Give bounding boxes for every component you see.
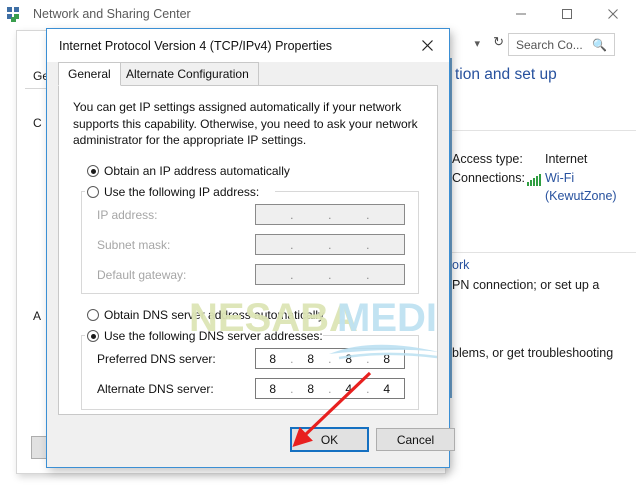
tcpip4-properties-dialog: Internet Protocol Version 4 (TCP/IPv4) P… [46,28,455,468]
dialog-title: Internet Protocol Version 4 (TCP/IPv4) P… [59,38,333,53]
preferred-dns-octet-2: 8 [307,351,315,366]
radio-obtain-dns-automatically[interactable]: Obtain DNS server address automatically [87,308,324,322]
preferred-dns-octet-4: 8 [383,351,391,366]
alternate-dns-input[interactable]: 8 . 8 . 4 . 4 [255,378,405,399]
preferred-dns-label: Preferred DNS server: [97,352,216,366]
radio-label-use-dns: Use the following DNS server addresses: [104,329,323,343]
cancel-button[interactable]: Cancel [376,428,455,451]
ip-dot: . [328,267,332,282]
tab-alternate-configuration[interactable]: Alternate Configuration [116,62,259,86]
dialog-description: You can get IP settings assigned automat… [73,100,418,147]
radio-label-obtain-ip: Obtain an IP address automatically [104,164,290,178]
vpn-description: PN connection; or set up a [452,278,600,292]
content-heading: tion and set up [455,66,557,83]
behind-text-adapter: A [33,309,42,323]
radio-indicator-obtain-ip [87,165,99,177]
dialog-close-icon[interactable] [405,29,449,62]
wifi-signal-icon [527,174,542,186]
connection-wifi-link[interactable]: Wi-Fi [545,171,574,185]
dialog-titlebar: Internet Protocol Version 4 (TCP/IPv4) P… [47,29,449,62]
network-sharing-icon [7,6,23,22]
background-window-title: Network and Sharing Center [33,6,191,21]
subnet-mask-input: . . . [255,234,405,255]
default-gateway-label: Default gateway: [97,268,187,282]
change-network-link[interactable]: ork [452,258,469,272]
dialog-tabstrip: General Alternate Configuration [58,62,438,86]
ip-dot: . [366,267,370,282]
refresh-icon[interactable]: ↻ [493,34,504,50]
ip-dot: . [290,207,294,222]
radio-indicator-obtain-dns [87,309,99,321]
access-type-label: Access type: [452,152,523,166]
tab-general[interactable]: General [58,62,121,86]
search-input[interactable]: Search Co... 🔍 [508,33,615,56]
radio-use-following-dns[interactable]: Use the following DNS server addresses: [87,329,323,343]
screen: Network and Sharing Center ← [0,0,636,500]
access-type-value: Internet [545,152,588,166]
ip-dot: . [328,237,332,252]
connections-label: Connections: [452,171,525,185]
radio-indicator-use-dns [87,330,99,342]
alternate-dns-octet-2: 8 [307,381,315,396]
minimize-icon[interactable] [498,0,544,27]
radio-label-use-ip: Use the following IP address: [104,185,260,199]
close-icon[interactable] [590,0,636,27]
subnet-mask-label: Subnet mask: [97,238,171,252]
radio-label-obtain-dns: Obtain DNS server address automatically [104,308,325,322]
ip-dot: . [290,237,294,252]
ok-button[interactable]: OK [290,427,369,452]
ip-dot: . [366,207,370,222]
ip-dot: . [328,207,332,222]
alternate-dns-octet-3: 4 [345,381,353,396]
alternate-dns-octet-1: 8 [269,381,277,396]
behind-text-connect: C [33,116,42,130]
general-tab-page: You can get IP settings assigned automat… [58,85,438,415]
radio-obtain-ip-automatically[interactable]: Obtain an IP address automatically [87,164,290,178]
search-input-value: Search Co... [516,37,583,52]
content-divider-top [452,130,636,131]
ip-dot: . [290,267,294,282]
preferred-dns-input[interactable]: 8 . 8 . 8 . 8 [255,348,405,369]
alternate-dns-label: Alternate DNS server: [97,382,214,396]
content-divider-mid [452,252,636,253]
search-icon: 🔍 [592,37,607,52]
troubleshoot-description: blems, or get troubleshooting [452,346,614,360]
chevron-down-icon[interactable]: ▾ [474,37,480,50]
ip-address-label: IP address: [97,208,158,222]
default-gateway-input: . . . [255,264,405,285]
radio-use-following-ip[interactable]: Use the following IP address: [87,185,259,199]
preferred-dns-octet-3: 8 [345,351,353,366]
ip-address-input: . . . [255,204,405,225]
alternate-dns-octet-4: 4 [383,381,391,396]
ip-dot: . [366,237,370,252]
preferred-dns-octet-1: 8 [269,351,277,366]
radio-indicator-use-ip [87,186,99,198]
window-controls [498,0,636,27]
connection-ssid[interactable]: (KewutZone) [545,189,617,203]
maximize-icon[interactable] [544,0,590,27]
